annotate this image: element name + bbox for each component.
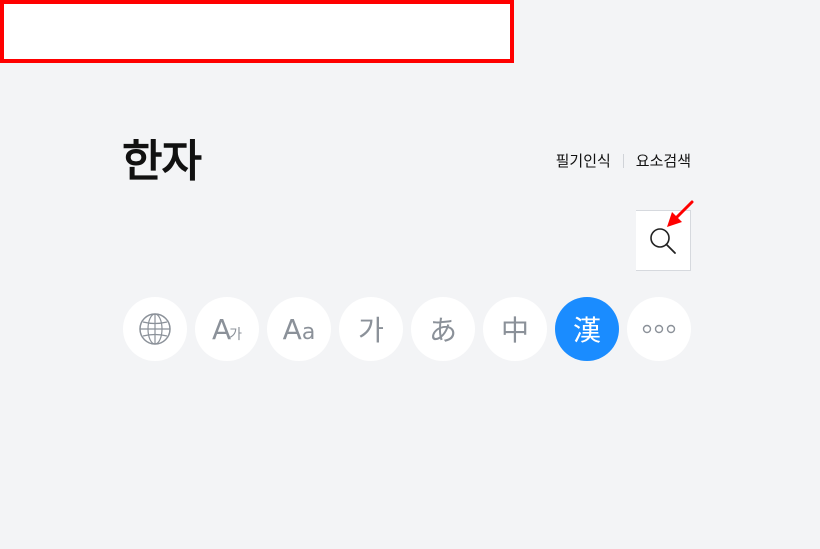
handwriting-recognition-link[interactable]: 필기인식 (556, 150, 611, 171)
lang-japanese-button[interactable]: あ (411, 297, 475, 361)
annotation-arrow-icon (667, 200, 694, 227)
page: 한자 필기인식 요소검색 A가 Aa 가 あ 中 漢 (0, 0, 820, 549)
more-icon (642, 324, 676, 334)
link-divider (622, 153, 624, 168)
lang-label-sub: a (301, 319, 316, 345)
lang-chinese-button[interactable]: 中 (483, 297, 547, 361)
lang-all-button[interactable] (123, 297, 187, 361)
lang-label: 漢 (572, 314, 601, 347)
lang-more-button[interactable] (627, 297, 691, 361)
globe-icon (139, 313, 171, 345)
language-selector: A가 Aa 가 あ 中 漢 (123, 297, 699, 361)
top-links: 필기인식 요소검색 (556, 150, 691, 171)
radical-search-link[interactable]: 요소검색 (636, 150, 691, 171)
lang-english-button[interactable]: Aa (267, 297, 331, 361)
page-title: 한자 (122, 136, 202, 187)
lang-english-korean-button[interactable]: A가 (195, 297, 259, 361)
lang-label: あ (428, 314, 457, 347)
lang-korean-button[interactable]: 가 (339, 297, 403, 361)
lang-label-sub: 가 (229, 327, 243, 343)
search-input[interactable] (0, 0, 514, 63)
lang-label-main: A (282, 312, 302, 346)
lang-hanja-button[interactable]: 漢 (555, 297, 619, 361)
lang-label: 가 (358, 314, 384, 347)
lang-label: 中 (500, 314, 529, 347)
